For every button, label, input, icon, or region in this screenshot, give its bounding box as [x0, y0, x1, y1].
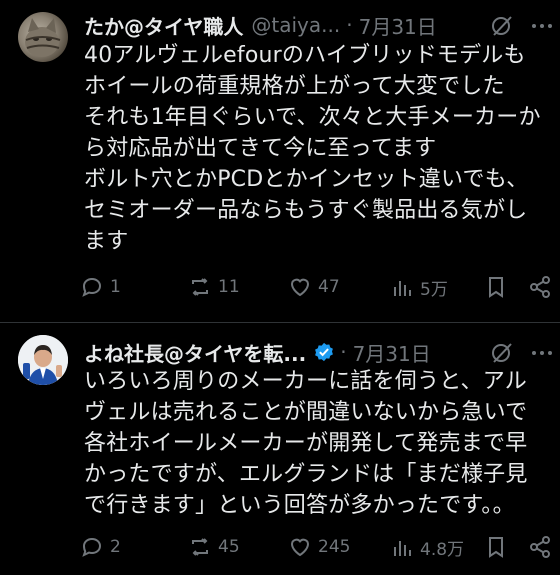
- views-button[interactable]: 5万: [390, 275, 448, 300]
- share-icon: [530, 536, 550, 558]
- tweet-text: いろいろ周りのメーカーに話を伺うと、アル ヴェルは売れることが間違いないから急い…: [84, 369, 528, 518]
- grok-icon[interactable]: [490, 341, 514, 365]
- repost-count: 45: [218, 537, 240, 557]
- display-name[interactable]: よね社長@タイヤを転...: [84, 338, 306, 367]
- repost-button[interactable]: 11: [188, 275, 240, 299]
- tweet-date[interactable]: 7月31日: [359, 11, 437, 40]
- share-icon: [530, 276, 550, 298]
- tweet-date[interactable]: 7月31日: [353, 338, 431, 367]
- bookmark-button[interactable]: [484, 275, 514, 299]
- tweet-text: 40アルヴェルefourのハイブリッドモデルも ホイールの荷重規格が上がって大変…: [84, 43, 541, 254]
- tweet-header: たか@タイヤ職人 @taiya... · 7月31日: [84, 10, 437, 40]
- bookmark-icon: [489, 277, 503, 298]
- repost-button[interactable]: 45: [188, 535, 240, 559]
- tweet-actions: 1 11 47 5万: [80, 275, 560, 305]
- grok-icon[interactable]: [490, 14, 514, 38]
- views-count: 4.8万: [420, 540, 465, 560]
- separator-dot: ·: [340, 340, 347, 364]
- avatar[interactable]: [18, 12, 68, 62]
- tweet-header: よね社長@タイヤを転... · 7月31日: [84, 337, 431, 367]
- avatar[interactable]: [18, 335, 68, 385]
- reply-icon: [82, 537, 102, 557]
- user-handle[interactable]: @taiya...: [251, 13, 340, 37]
- views-icon: [394, 540, 411, 556]
- reply-button[interactable]: 1: [80, 275, 121, 299]
- like-count: 245: [318, 537, 351, 557]
- tweet-2[interactable]: よね社長@タイヤを転... · 7月31日 いろいろ周りのメーカーに話を伺うと、…: [0, 323, 560, 575]
- views-icon: [394, 280, 411, 296]
- more-options-icon[interactable]: [528, 341, 556, 365]
- heart-icon: [290, 278, 310, 297]
- heart-icon: [290, 538, 310, 557]
- bookmark-button[interactable]: [484, 535, 514, 559]
- verified-badge-icon: [315, 342, 334, 362]
- reply-button[interactable]: 2: [80, 535, 121, 559]
- reply-count: 2: [110, 537, 121, 557]
- views-count: 5万: [420, 280, 448, 300]
- like-count: 47: [318, 277, 340, 297]
- bookmark-icon: [489, 537, 503, 558]
- repost-icon: [192, 538, 208, 556]
- share-button[interactable]: [528, 535, 558, 559]
- tweet-1[interactable]: たか@タイヤ職人 @taiya... · 7月31日 40アルヴェルefourの…: [0, 0, 560, 325]
- reply-count: 1: [110, 277, 121, 297]
- more-options-icon[interactable]: [528, 14, 556, 38]
- repost-count: 11: [218, 277, 240, 297]
- like-button[interactable]: 47: [288, 275, 340, 299]
- share-button[interactable]: [528, 275, 558, 299]
- display-name[interactable]: たか@タイヤ職人: [84, 11, 243, 40]
- separator-dot: ·: [346, 13, 353, 37]
- reply-icon: [82, 277, 102, 297]
- like-button[interactable]: 245: [288, 535, 350, 559]
- repost-icon: [192, 278, 208, 296]
- views-button[interactable]: 4.8万: [390, 535, 464, 560]
- tweet-actions: 2 45 245 4.8万: [80, 535, 560, 565]
